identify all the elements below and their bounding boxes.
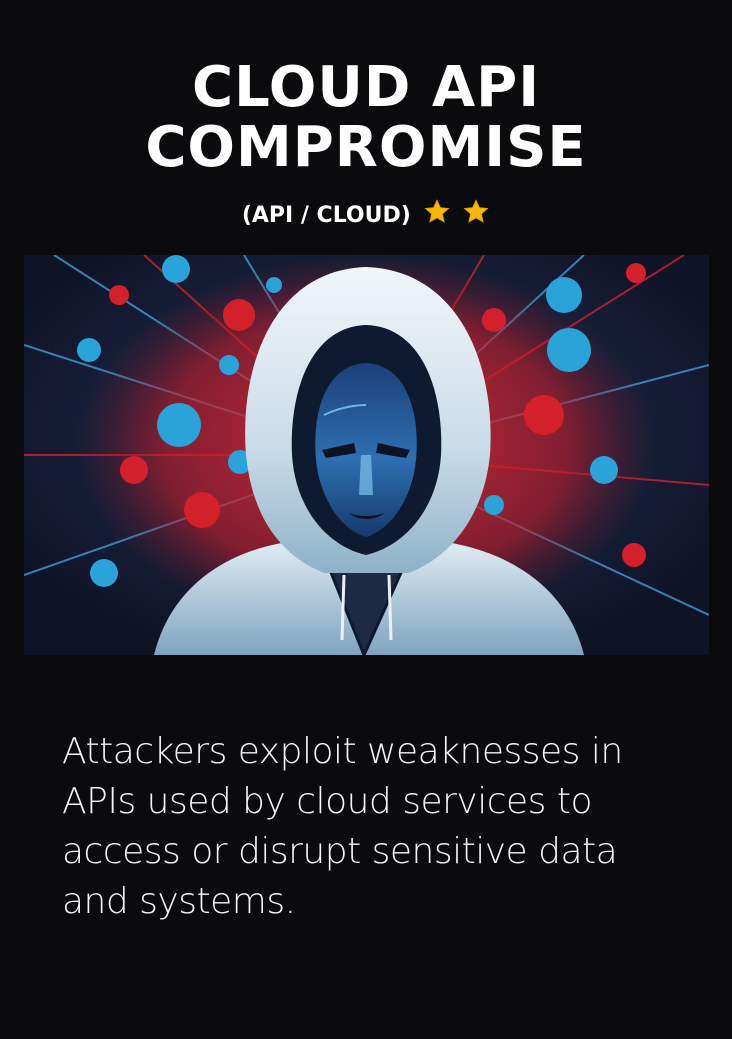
title-line-1: CLOUD API <box>191 55 541 120</box>
category-label: (API / CLOUD) <box>241 203 411 228</box>
hooded-hacker-illustration <box>24 255 709 655</box>
card-title: CLOUD API COMPROMISE <box>0 58 732 178</box>
star-icon <box>423 199 450 223</box>
title-line-2: COMPROMISE <box>145 115 587 180</box>
star-icon <box>463 199 489 223</box>
card: CLOUD API COMPROMISE (API / CLOUD) Attac… <box>0 0 732 1039</box>
category-row: (API / CLOUD) <box>0 198 732 233</box>
card-description: Attackers exploit weaknesses in APIs use… <box>62 731 623 922</box>
